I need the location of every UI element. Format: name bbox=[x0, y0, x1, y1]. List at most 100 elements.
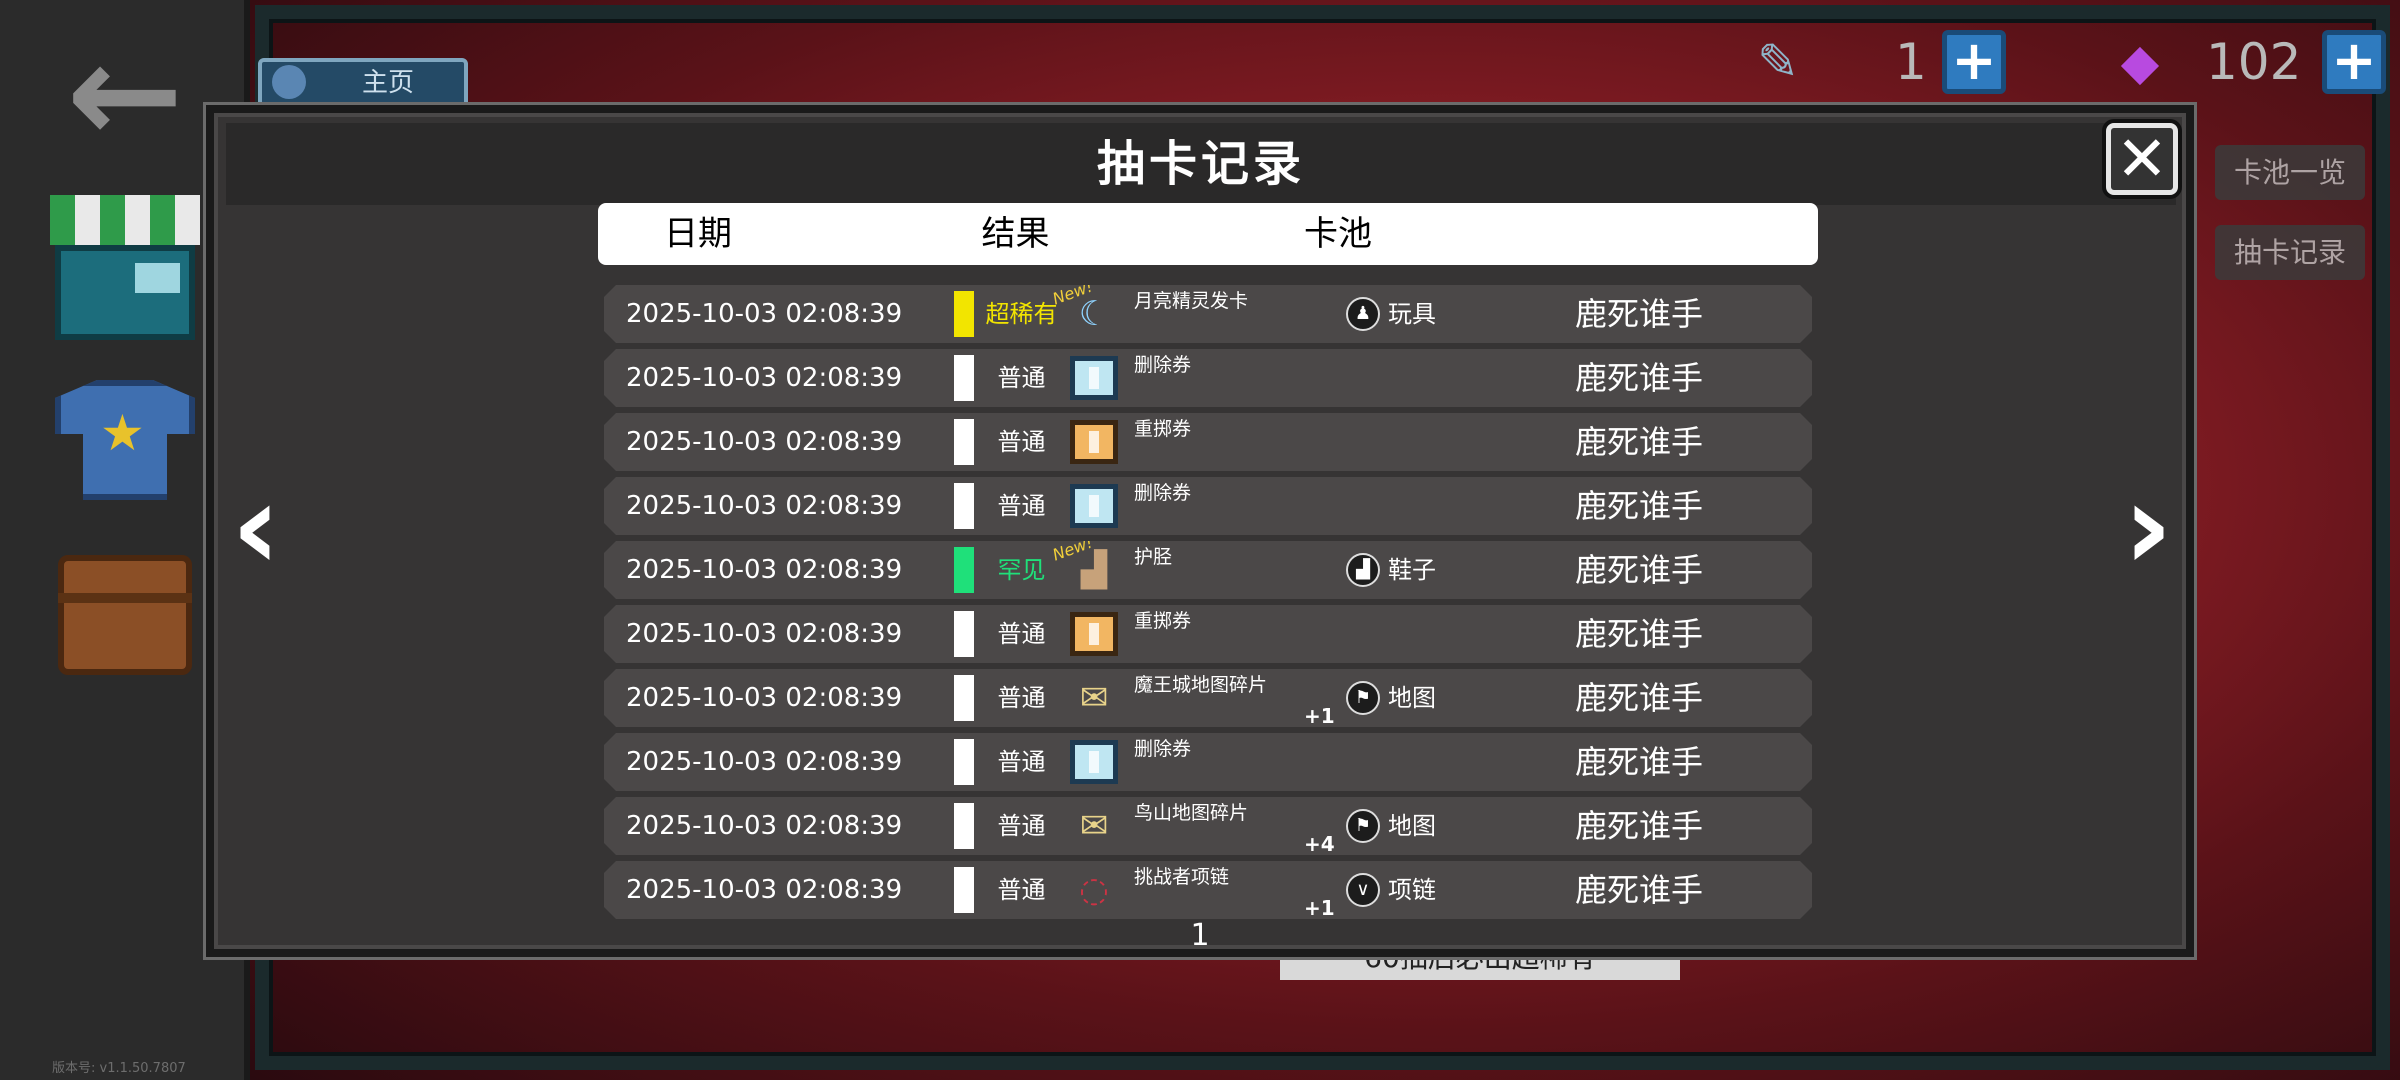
row-category: 地图 bbox=[1388, 812, 1436, 840]
next-page-arrow-icon[interactable]: › bbox=[2118, 468, 2178, 588]
row-pool: 鹿死谁手 bbox=[1574, 615, 1703, 653]
rarity-indicator bbox=[954, 547, 974, 593]
dialog-titlebar: 抽卡记录 bbox=[226, 123, 2176, 205]
shoe-icon: ▟ bbox=[1346, 553, 1380, 587]
row-date: 2025-10-03 02:08:39 bbox=[626, 363, 903, 393]
row-date: 2025-10-03 02:08:39 bbox=[626, 683, 903, 713]
gem-icon: ◆ bbox=[2120, 33, 2160, 91]
row-pool: 鹿死谁手 bbox=[1574, 423, 1703, 461]
history-row: 2025-10-03 02:08:39 普通 ✉ 鸟山地图碎片 +4 ⚑ 地图 … bbox=[604, 797, 1812, 855]
delete-ticket-icon bbox=[1070, 740, 1118, 784]
row-pool: 鹿死谁手 bbox=[1574, 679, 1703, 717]
rarity-indicator bbox=[954, 739, 974, 785]
column-header-result: 结果 bbox=[981, 214, 1050, 254]
row-quantity: +4 bbox=[1304, 832, 1335, 856]
row-date: 2025-10-03 02:08:39 bbox=[626, 299, 903, 329]
row-pool: 鹿死谁手 bbox=[1574, 295, 1703, 333]
row-date: 2025-10-03 02:08:39 bbox=[626, 555, 903, 585]
row-date: 2025-10-03 02:08:39 bbox=[626, 491, 903, 521]
row-item-name: 护胫 bbox=[1134, 546, 1173, 568]
row-item-name: 删除券 bbox=[1134, 482, 1192, 504]
row-rarity: 普通 bbox=[997, 620, 1046, 648]
history-row: 2025-10-03 02:08:39 普通 ✉ 魔王城地图碎片 +1 ⚑ 地图… bbox=[604, 669, 1812, 727]
map-icon: ⚑ bbox=[1346, 681, 1380, 715]
row-date: 2025-10-03 02:08:39 bbox=[626, 427, 903, 457]
column-header-date: 日期 bbox=[664, 214, 732, 254]
map-fragment-icon: ✉ bbox=[1079, 678, 1109, 718]
draw-history-dialog: 抽卡记录 ✕ 日期 结果 卡池 ‹ › 2025-10-03 02:08:39 … bbox=[206, 105, 2194, 957]
row-item-name: 魔王城地图碎片 bbox=[1134, 674, 1268, 696]
resource-feather: ✎ 1 + bbox=[1700, 20, 2040, 105]
row-category: 项链 bbox=[1388, 876, 1436, 904]
necklace-category-icon: ∨ bbox=[1346, 873, 1380, 907]
table-header: 日期 结果 卡池 bbox=[598, 203, 1818, 265]
resource-gem: ◆ 102 + bbox=[2040, 20, 2390, 105]
row-rarity: 普通 bbox=[997, 364, 1046, 392]
rarity-indicator bbox=[954, 291, 974, 337]
rarity-indicator bbox=[954, 675, 974, 721]
column-header-pool: 卡池 bbox=[1304, 214, 1372, 254]
rarity-indicator bbox=[954, 483, 974, 529]
row-pool: 鹿死谁手 bbox=[1574, 551, 1703, 589]
row-rarity: 普通 bbox=[997, 428, 1046, 456]
map-icon: ⚑ bbox=[1346, 809, 1380, 843]
row-rarity: 普通 bbox=[997, 748, 1046, 776]
row-quantity: +1 bbox=[1304, 704, 1335, 728]
history-row: 2025-10-03 02:08:39 普通 删除券 鹿死谁手 bbox=[604, 733, 1812, 791]
history-row: 2025-10-03 02:08:39 罕见 ▟ New! 护胫 ▟ 鞋子 鹿死… bbox=[604, 541, 1812, 599]
close-button[interactable]: ✕ bbox=[2106, 123, 2178, 195]
close-icon: ✕ bbox=[2116, 122, 2168, 195]
history-row: 2025-10-03 02:08:39 普通 删除券 鹿死谁手 bbox=[604, 477, 1812, 535]
rarity-indicator bbox=[954, 355, 974, 401]
history-row: 2025-10-03 02:08:39 普通 删除券 鹿死谁手 bbox=[604, 349, 1812, 407]
necklace-icon: ◌ bbox=[1079, 870, 1109, 910]
delete-ticket-icon bbox=[1070, 484, 1118, 528]
reroll-ticket-icon bbox=[1070, 612, 1118, 656]
row-category: 玩具 bbox=[1388, 300, 1436, 328]
row-date: 2025-10-03 02:08:39 bbox=[626, 875, 903, 905]
reroll-ticket-icon bbox=[1070, 420, 1118, 464]
row-date: 2025-10-03 02:08:39 bbox=[626, 811, 903, 841]
tab-draw-history[interactable]: 抽卡记录 bbox=[2215, 225, 2365, 280]
resource-feather-count: 1 bbox=[1895, 33, 1927, 91]
home-tab[interactable]: 主页 bbox=[258, 58, 468, 108]
resource-gem-count: 102 bbox=[2206, 33, 2302, 91]
add-gem-button[interactable]: + bbox=[2322, 30, 2386, 94]
toy-icon: ♟ bbox=[1346, 297, 1380, 331]
home-icon bbox=[272, 65, 306, 99]
add-feather-button[interactable]: + bbox=[1942, 30, 2006, 94]
row-rarity: 普通 bbox=[997, 684, 1046, 712]
row-item-name: 重掷券 bbox=[1134, 418, 1192, 440]
row-rarity: 普通 bbox=[997, 876, 1046, 904]
row-item-name: 鸟山地图碎片 bbox=[1134, 802, 1249, 824]
rarity-indicator bbox=[954, 867, 974, 913]
side-tabs: 卡池一览 抽卡记录 bbox=[2215, 145, 2365, 305]
delete-ticket-icon bbox=[1070, 356, 1118, 400]
row-item-name: 删除券 bbox=[1134, 738, 1192, 760]
version-label: 版本号: v1.1.50.7807 bbox=[52, 1061, 186, 1076]
row-quantity: +1 bbox=[1304, 896, 1335, 920]
history-row: 2025-10-03 02:08:39 普通 重掷券 鹿死谁手 bbox=[604, 605, 1812, 663]
rarity-indicator bbox=[954, 803, 974, 849]
rarity-indicator bbox=[954, 611, 974, 657]
tab-pool-list[interactable]: 卡池一览 bbox=[2215, 145, 2365, 200]
row-pool: 鹿死谁手 bbox=[1574, 807, 1703, 845]
costume-icon[interactable]: ★ bbox=[50, 370, 200, 520]
row-pool: 鹿死谁手 bbox=[1574, 359, 1703, 397]
row-rarity: 超稀有 bbox=[985, 300, 1058, 328]
row-item-name: 删除券 bbox=[1134, 354, 1192, 376]
page-number: 1 bbox=[1190, 918, 1210, 953]
history-row: 2025-10-03 02:08:39 普通 重掷券 鹿死谁手 bbox=[604, 413, 1812, 471]
row-rarity: 罕见 bbox=[997, 556, 1046, 584]
row-item-name: 月亮精灵发卡 bbox=[1134, 290, 1249, 312]
backpack-icon[interactable] bbox=[50, 545, 200, 695]
row-item-name: 重掷券 bbox=[1134, 610, 1192, 632]
shop-icon[interactable] bbox=[50, 195, 200, 345]
map-fragment-icon: ✉ bbox=[1079, 806, 1109, 846]
history-row: 2025-10-03 02:08:39 超稀有 ☾ New! 月亮精灵发卡 ♟ … bbox=[604, 285, 1812, 343]
dialog-title: 抽卡记录 bbox=[1096, 136, 1305, 192]
prev-page-arrow-icon[interactable]: ‹ bbox=[226, 468, 286, 588]
back-arrow-icon[interactable]: ← bbox=[40, 25, 210, 165]
row-pool: 鹿死谁手 bbox=[1574, 743, 1703, 781]
row-date: 2025-10-03 02:08:39 bbox=[626, 747, 903, 777]
